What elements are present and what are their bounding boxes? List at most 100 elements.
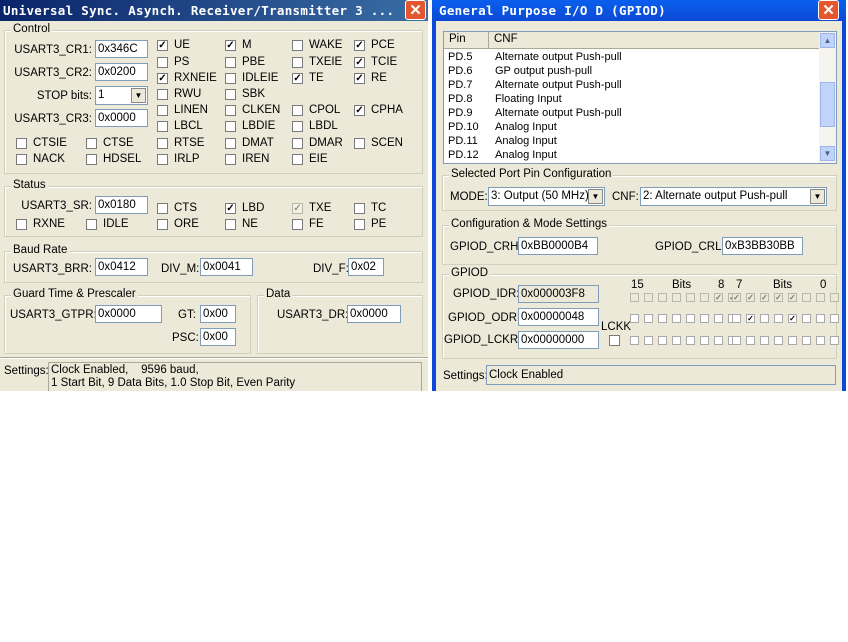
close-icon[interactable]: ✕ (405, 0, 426, 20)
chevron-down-icon[interactable]: ▼ (810, 189, 825, 204)
odr-bit-7[interactable] (732, 314, 741, 323)
checkbox-m[interactable]: ✓ (225, 40, 236, 51)
checkbox-hdsel[interactable] (86, 154, 97, 165)
odr-bit-0[interactable] (830, 314, 839, 323)
checkbox-ps[interactable] (157, 57, 168, 68)
sr-input[interactable]: 0x0180 (95, 196, 148, 214)
idr-input[interactable]: 0x000003F8 (518, 285, 599, 303)
lckr-bit-5[interactable] (760, 336, 769, 345)
table-row[interactable]: PD.8 Floating Input (444, 92, 814, 106)
odr-bit-6[interactable]: ✓ (746, 314, 755, 323)
odr-bit-10[interactable] (700, 314, 709, 323)
divf-input[interactable]: 0x02 (348, 258, 384, 276)
lckr-bit-7[interactable] (732, 336, 741, 345)
checkbox-pce[interactable]: ✓ (354, 40, 365, 51)
table-row[interactable]: PD.10 Analog Input (444, 120, 814, 134)
cr1-input[interactable]: 0x346C (95, 40, 148, 58)
checkbox-lbdie[interactable] (225, 121, 236, 132)
checkbox-pbe[interactable] (225, 57, 236, 68)
chevron-down-icon[interactable]: ▼ (588, 189, 603, 204)
lckr-bit-9[interactable] (714, 336, 723, 345)
lckr-bit-12[interactable] (672, 336, 681, 345)
lckr-bit-3[interactable] (788, 336, 797, 345)
cr3-input[interactable]: 0x0000 (95, 109, 148, 127)
lckk-checkbox[interactable] (609, 335, 620, 346)
gt-input[interactable]: 0x00 (200, 305, 236, 323)
odr-bit-1[interactable] (816, 314, 825, 323)
checkbox-lbcl[interactable] (157, 121, 168, 132)
checkbox-tcie[interactable]: ✓ (354, 57, 365, 68)
table-row[interactable]: PD.12 Analog Input (444, 148, 814, 162)
lckr-bit-10[interactable] (700, 336, 709, 345)
odr-bit-12[interactable] (672, 314, 681, 323)
lckr-bit-1[interactable] (816, 336, 825, 345)
checkbox-linen[interactable] (157, 105, 168, 116)
table-row[interactable]: PD.7 Alternate output Push-pull (444, 78, 814, 92)
checkbox-txeie[interactable] (292, 57, 303, 68)
checkbox-wake[interactable] (292, 40, 303, 51)
pin-list[interactable]: Pin CNF PD.5 Alternate output Push-pull PD… (443, 31, 837, 164)
lckr-bit-0[interactable] (830, 336, 839, 345)
odr-bit-11[interactable] (686, 314, 695, 323)
odr-bit-13[interactable] (658, 314, 667, 323)
cr2-input[interactable]: 0x0200 (95, 63, 148, 81)
col-cnf-header[interactable]: CNF (494, 33, 518, 45)
checkbox-irlp[interactable] (157, 154, 168, 165)
odr-bit-14[interactable] (644, 314, 653, 323)
dr-input[interactable]: 0x0000 (347, 305, 401, 323)
crl-input[interactable]: 0xB3BB30BB (722, 237, 803, 255)
lckr-bit-4[interactable] (774, 336, 783, 345)
crh-input[interactable]: 0xBB0000B4 (518, 237, 598, 255)
scroll-up-icon[interactable]: ▲ (820, 33, 835, 48)
checkbox-fe[interactable] (292, 219, 303, 230)
odr-bit-3[interactable]: ✓ (788, 314, 797, 323)
divm-input[interactable]: 0x0041 (200, 258, 253, 276)
checkbox-dmar[interactable] (292, 138, 303, 149)
mode-select[interactable]: 3: Output (50 MHz) ▼ (488, 187, 605, 206)
brr-input[interactable]: 0x0412 (95, 258, 148, 276)
odr-bit-15[interactable] (630, 314, 639, 323)
checkbox-lbdl[interactable] (292, 121, 303, 132)
checkbox-tc[interactable] (354, 203, 365, 214)
odr-bit-4[interactable] (774, 314, 783, 323)
checkbox-nack[interactable] (16, 154, 27, 165)
lckr-bit-11[interactable] (686, 336, 695, 345)
checkbox-pe[interactable] (354, 219, 365, 230)
scroll-down-icon[interactable]: ▼ (820, 146, 835, 161)
checkbox-lbd[interactable]: ✓ (225, 203, 236, 214)
checkbox-iren[interactable] (225, 154, 236, 165)
checkbox-idleie[interactable] (225, 73, 236, 84)
checkbox-rtse[interactable] (157, 138, 168, 149)
checkbox-scen[interactable] (354, 138, 365, 149)
chevron-down-icon[interactable]: ▼ (131, 88, 146, 103)
checkbox-ore[interactable] (157, 219, 168, 230)
checkbox-txe[interactable]: ✓ (292, 203, 303, 214)
psc-input[interactable]: 0x00 (200, 328, 236, 346)
table-row[interactable]: PD.5 Alternate output Push-pull (444, 50, 814, 64)
checkbox-rwu[interactable] (157, 89, 168, 100)
gtpr-input[interactable]: 0x0000 (95, 305, 162, 323)
table-row[interactable]: PD.11 Analog Input (444, 134, 814, 148)
usart-title-bar[interactable]: Universal Sync. Asynch. Receiver/Transmi… (0, 0, 428, 21)
checkbox-eie[interactable] (292, 154, 303, 165)
lckr-bit-2[interactable] (802, 336, 811, 345)
table-row[interactable]: PD.6 GP output push-pull (444, 64, 814, 78)
odr-bit-5[interactable] (760, 314, 769, 323)
cnf-select[interactable]: 2: Alternate output Push-pull ▼ (640, 187, 827, 206)
gpio-title-bar[interactable]: General Purpose I/O D (GPIOD) ✕ (432, 0, 846, 21)
scroll-thumb[interactable] (820, 82, 835, 127)
table-row[interactable]: PD.9 Alternate output Push-pull (444, 106, 814, 120)
close-icon[interactable]: ✕ (818, 0, 839, 20)
checkbox-ctsie[interactable] (16, 138, 27, 149)
checkbox-idle[interactable] (86, 219, 97, 230)
col-pin-header[interactable]: Pin (449, 33, 466, 45)
checkbox-ne[interactable] (225, 219, 236, 230)
checkbox-cpol[interactable] (292, 105, 303, 116)
checkbox-rxne[interactable] (16, 219, 27, 230)
lckr-bit-13[interactable] (658, 336, 667, 345)
checkbox-ue[interactable]: ✓ (157, 40, 168, 51)
stop-bits-select[interactable]: 1 ▼ (95, 86, 148, 105)
checkbox-dmat[interactable] (225, 138, 236, 149)
odr-input[interactable]: 0x00000048 (518, 308, 599, 326)
checkbox-clken[interactable] (225, 105, 236, 116)
